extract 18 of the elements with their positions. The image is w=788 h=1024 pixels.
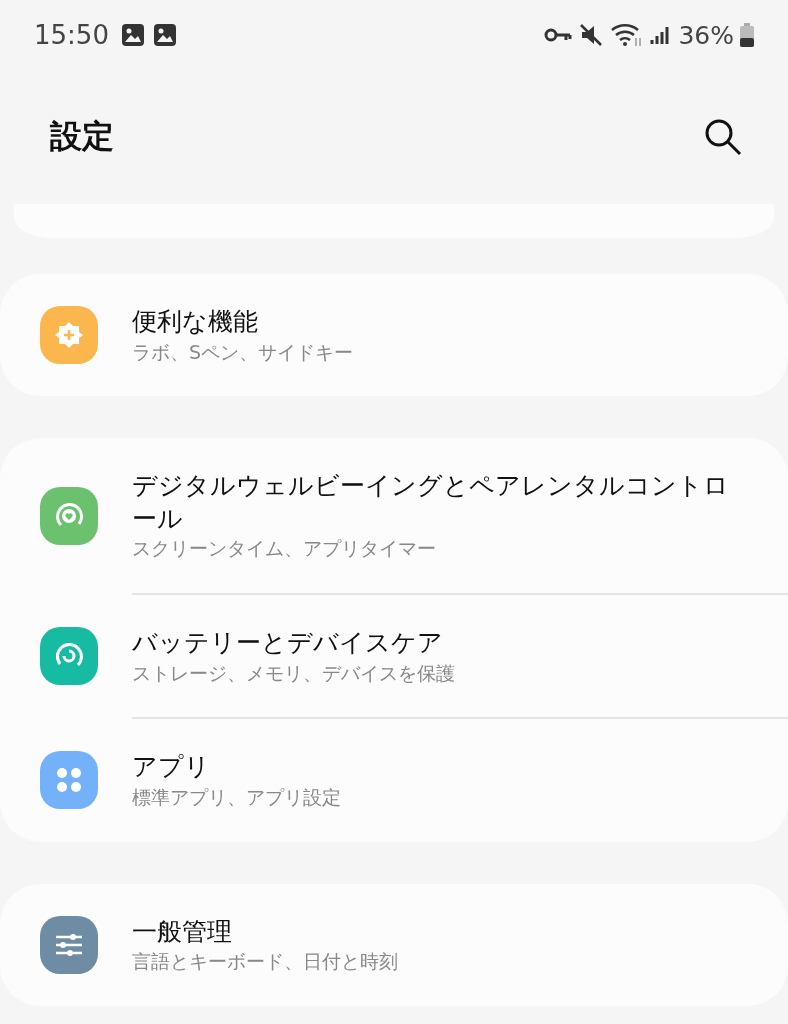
search-icon[interactable] bbox=[704, 118, 742, 156]
battery-percent: 36% bbox=[678, 20, 734, 50]
setting-title[interactable]: アプリ bbox=[132, 751, 341, 784]
key-icon bbox=[544, 27, 573, 43]
battery-icon bbox=[740, 23, 754, 47]
setting-subtitle: スクリーンタイム、アプリタイマー bbox=[132, 537, 437, 561]
setting-subtitle: 言語とキーボード、日付と時刻 bbox=[132, 950, 398, 974]
page-title: 設定 bbox=[50, 116, 114, 157]
setting-title[interactable]: デジタルウェルビーイングとペアレンタルコントロール bbox=[132, 470, 752, 536]
status-time: 15:50 bbox=[34, 20, 109, 50]
setting-subtitle: ラボ、Sペン、サイドキー bbox=[132, 340, 354, 365]
image-icon bbox=[120, 23, 145, 47]
setting-subtitle: ストレージ、メモリ、デバイスを保護 bbox=[132, 661, 455, 686]
setting-title[interactable]: 一般管理 bbox=[132, 915, 398, 948]
setting-subtitle: 標準アプリ、アプリ設定 bbox=[132, 785, 341, 810]
image-icon bbox=[152, 23, 177, 47]
setting-title[interactable]: 便利な機能 bbox=[132, 306, 354, 339]
setting-title[interactable]: バッテリーとデバイスケア bbox=[132, 627, 455, 660]
